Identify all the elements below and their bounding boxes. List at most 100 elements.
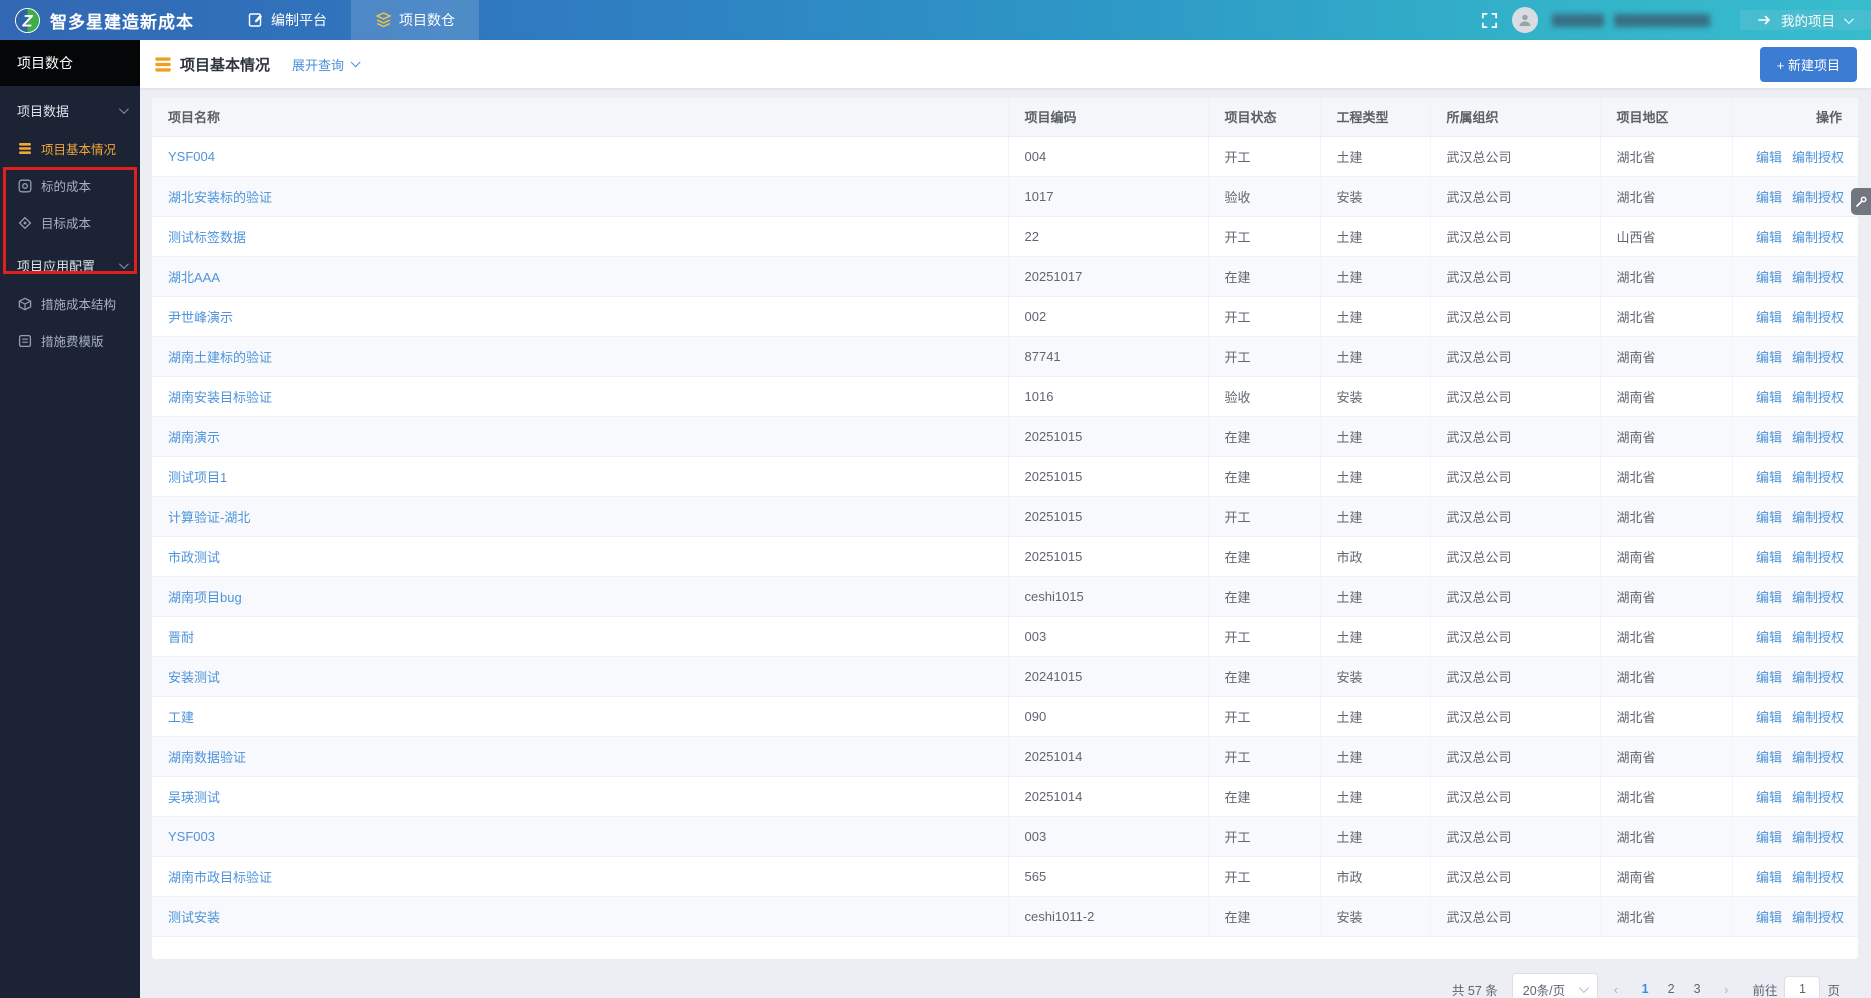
authorize-action-link[interactable]: 编制授权 xyxy=(1792,350,1844,365)
project-name-link[interactable]: 测试项目1 xyxy=(168,470,227,485)
authorize-action-link[interactable]: 编制授权 xyxy=(1792,870,1844,885)
authorize-action-link[interactable]: 编制授权 xyxy=(1792,190,1844,205)
project-name-link[interactable]: 晋耐 xyxy=(168,630,194,645)
edit-action-link[interactable]: 编辑 xyxy=(1756,310,1782,325)
authorize-action-link[interactable]: 编制授权 xyxy=(1792,270,1844,285)
edit-action-link[interactable]: 编辑 xyxy=(1756,350,1782,365)
project-name-link[interactable]: 湖北AAA xyxy=(168,270,220,285)
edit-action-link[interactable]: 编辑 xyxy=(1756,150,1782,165)
authorize-action-link[interactable]: 编制授权 xyxy=(1792,910,1844,925)
my-project-menu[interactable]: 我的项目 xyxy=(1740,10,1871,30)
edit-action-link[interactable]: 编辑 xyxy=(1756,270,1782,285)
project-name-link[interactable]: 市政测试 xyxy=(168,550,220,565)
edit-action-link[interactable]: 编辑 xyxy=(1756,510,1782,525)
edit-action-link[interactable]: 编辑 xyxy=(1756,710,1782,725)
page-number-3[interactable]: 3 xyxy=(1686,978,1708,998)
project-name-link[interactable]: 尹世峰演示 xyxy=(168,310,233,325)
person-icon xyxy=(1517,12,1533,28)
sidebar-item-bid-cost[interactable]: 标的成本 xyxy=(0,167,140,204)
sidebar-group-project-app-config[interactable]: 项目应用配置 xyxy=(0,241,140,285)
authorize-action-link[interactable]: 编制授权 xyxy=(1792,230,1844,245)
project-status-cell: 在建 xyxy=(1208,456,1320,496)
edit-action-link[interactable]: 编辑 xyxy=(1756,470,1782,485)
project-status-cell: 开工 xyxy=(1208,816,1320,856)
project-name-link[interactable]: YSF003 xyxy=(168,829,215,844)
authorize-action-link[interactable]: 编制授权 xyxy=(1792,750,1844,765)
sidebar-item-measure-fee-template[interactable]: 措施费模版 xyxy=(0,322,140,359)
edit-action-link[interactable]: 编辑 xyxy=(1756,230,1782,245)
actions-cell: 编辑编制授权 xyxy=(1732,416,1858,456)
edit-action-link[interactable]: 编辑 xyxy=(1756,630,1782,645)
edit-action-link[interactable]: 编辑 xyxy=(1756,910,1782,925)
project-org-cell: 武汉总公司 xyxy=(1430,456,1600,496)
project-name-link[interactable]: 湖南数据验证 xyxy=(168,750,246,765)
project-name-link[interactable]: 湖南安装目标验证 xyxy=(168,390,272,405)
authorize-action-link[interactable]: 编制授权 xyxy=(1792,150,1844,165)
project-name-link[interactable]: 测试标签数据 xyxy=(168,230,246,245)
edit-action-link[interactable]: 编辑 xyxy=(1756,430,1782,445)
project-status-cell: 在建 xyxy=(1208,536,1320,576)
authorize-action-link[interactable]: 编制授权 xyxy=(1792,630,1844,645)
project-status-cell: 开工 xyxy=(1208,496,1320,536)
project-status-cell: 在建 xyxy=(1208,416,1320,456)
sidebar-group-project-data[interactable]: 项目数据 xyxy=(0,86,140,130)
chevron-down-icon xyxy=(1579,983,1589,993)
user-avatar[interactable] xyxy=(1512,7,1538,33)
project-name-link[interactable]: YSF004 xyxy=(168,149,215,164)
authorize-action-link[interactable]: 编制授权 xyxy=(1792,670,1844,685)
project-name-link[interactable]: 湖南项目bug xyxy=(168,590,242,605)
edit-action-link[interactable]: 编辑 xyxy=(1756,190,1782,205)
top-navbar: Z 智多星建造新成本 编制平台 项目数仓 xyxy=(0,0,1871,40)
project-name-link[interactable]: 湖北安装标的验证 xyxy=(168,190,272,205)
edit-action-link[interactable]: 编辑 xyxy=(1756,790,1782,805)
project-name-link[interactable]: 计算验证-湖北 xyxy=(168,510,250,525)
authorize-action-link[interactable]: 编制授权 xyxy=(1792,390,1844,405)
page-number-1[interactable]: 1 xyxy=(1634,978,1656,998)
authorize-action-link[interactable]: 编制授权 xyxy=(1792,430,1844,445)
settings-drawer-handle[interactable] xyxy=(1851,188,1871,215)
project-region-cell: 湖南省 xyxy=(1600,576,1732,616)
authorize-action-link[interactable]: 编制授权 xyxy=(1792,470,1844,485)
authorize-action-link[interactable]: 编制授权 xyxy=(1792,710,1844,725)
project-status-cell: 开工 xyxy=(1208,696,1320,736)
authorize-action-link[interactable]: 编制授权 xyxy=(1792,310,1844,325)
pagination: 共 57 条 20条/页 ‹ 123 › 前往 页 xyxy=(152,959,1858,998)
sidebar-item-measure-cost-structure[interactable]: 措施成本结构 xyxy=(0,285,140,322)
authorize-action-link[interactable]: 编制授权 xyxy=(1792,590,1844,605)
new-project-button[interactable]: + 新建项目 xyxy=(1760,47,1857,82)
edit-action-link[interactable]: 编辑 xyxy=(1756,590,1782,605)
next-page-button[interactable]: › xyxy=(1716,982,1736,997)
sidebar-item-project-basic-info[interactable]: 项目基本情况 xyxy=(0,130,140,167)
page-size-select[interactable]: 20条/页 xyxy=(1512,973,1598,998)
expand-query-toggle[interactable]: 展开查询 xyxy=(292,55,357,74)
authorize-action-link[interactable]: 编制授权 xyxy=(1792,550,1844,565)
edit-action-link[interactable]: 编辑 xyxy=(1756,390,1782,405)
project-code-cell: 20251014 xyxy=(1008,776,1208,816)
authorize-action-link[interactable]: 编制授权 xyxy=(1792,790,1844,805)
project-name-link[interactable]: 湖南土建标的验证 xyxy=(168,350,272,365)
nav-tab-data-warehouse[interactable]: 项目数仓 xyxy=(351,0,479,40)
prev-page-button[interactable]: ‹ xyxy=(1606,982,1626,997)
project-name-link[interactable]: 测试安装 xyxy=(168,910,220,925)
project-name-link[interactable]: 吴瑛测试 xyxy=(168,790,220,805)
edit-action-link[interactable]: 编辑 xyxy=(1756,550,1782,565)
project-name-link[interactable]: 湖南市政目标验证 xyxy=(168,870,272,885)
sidebar-item-goal-cost[interactable]: 目标成本 xyxy=(0,204,140,241)
edit-action-link[interactable]: 编辑 xyxy=(1756,670,1782,685)
edit-action-link[interactable]: 编辑 xyxy=(1756,830,1782,845)
table-row: 尹世峰演示002开工土建武汉总公司湖北省编辑编制授权 xyxy=(152,296,1858,336)
authorize-action-link[interactable]: 编制授权 xyxy=(1792,830,1844,845)
nav-tab-authoring[interactable]: 编制平台 xyxy=(224,0,351,40)
actions-cell: 编辑编制授权 xyxy=(1732,456,1858,496)
project-name-link[interactable]: 工建 xyxy=(168,710,194,725)
edit-action-link[interactable]: 编辑 xyxy=(1756,750,1782,765)
page-number-2[interactable]: 2 xyxy=(1660,978,1682,998)
edit-action-link[interactable]: 编辑 xyxy=(1756,870,1782,885)
fullscreen-button[interactable] xyxy=(1481,12,1498,29)
chevron-down-icon xyxy=(119,259,129,269)
project-name-link[interactable]: 湖南演示 xyxy=(168,430,220,445)
authorize-action-link[interactable]: 编制授权 xyxy=(1792,510,1844,525)
project-name-link[interactable]: 安装测试 xyxy=(168,670,220,685)
goto-page-input[interactable] xyxy=(1784,976,1820,998)
column-header-code: 项目编码 xyxy=(1008,98,1208,136)
